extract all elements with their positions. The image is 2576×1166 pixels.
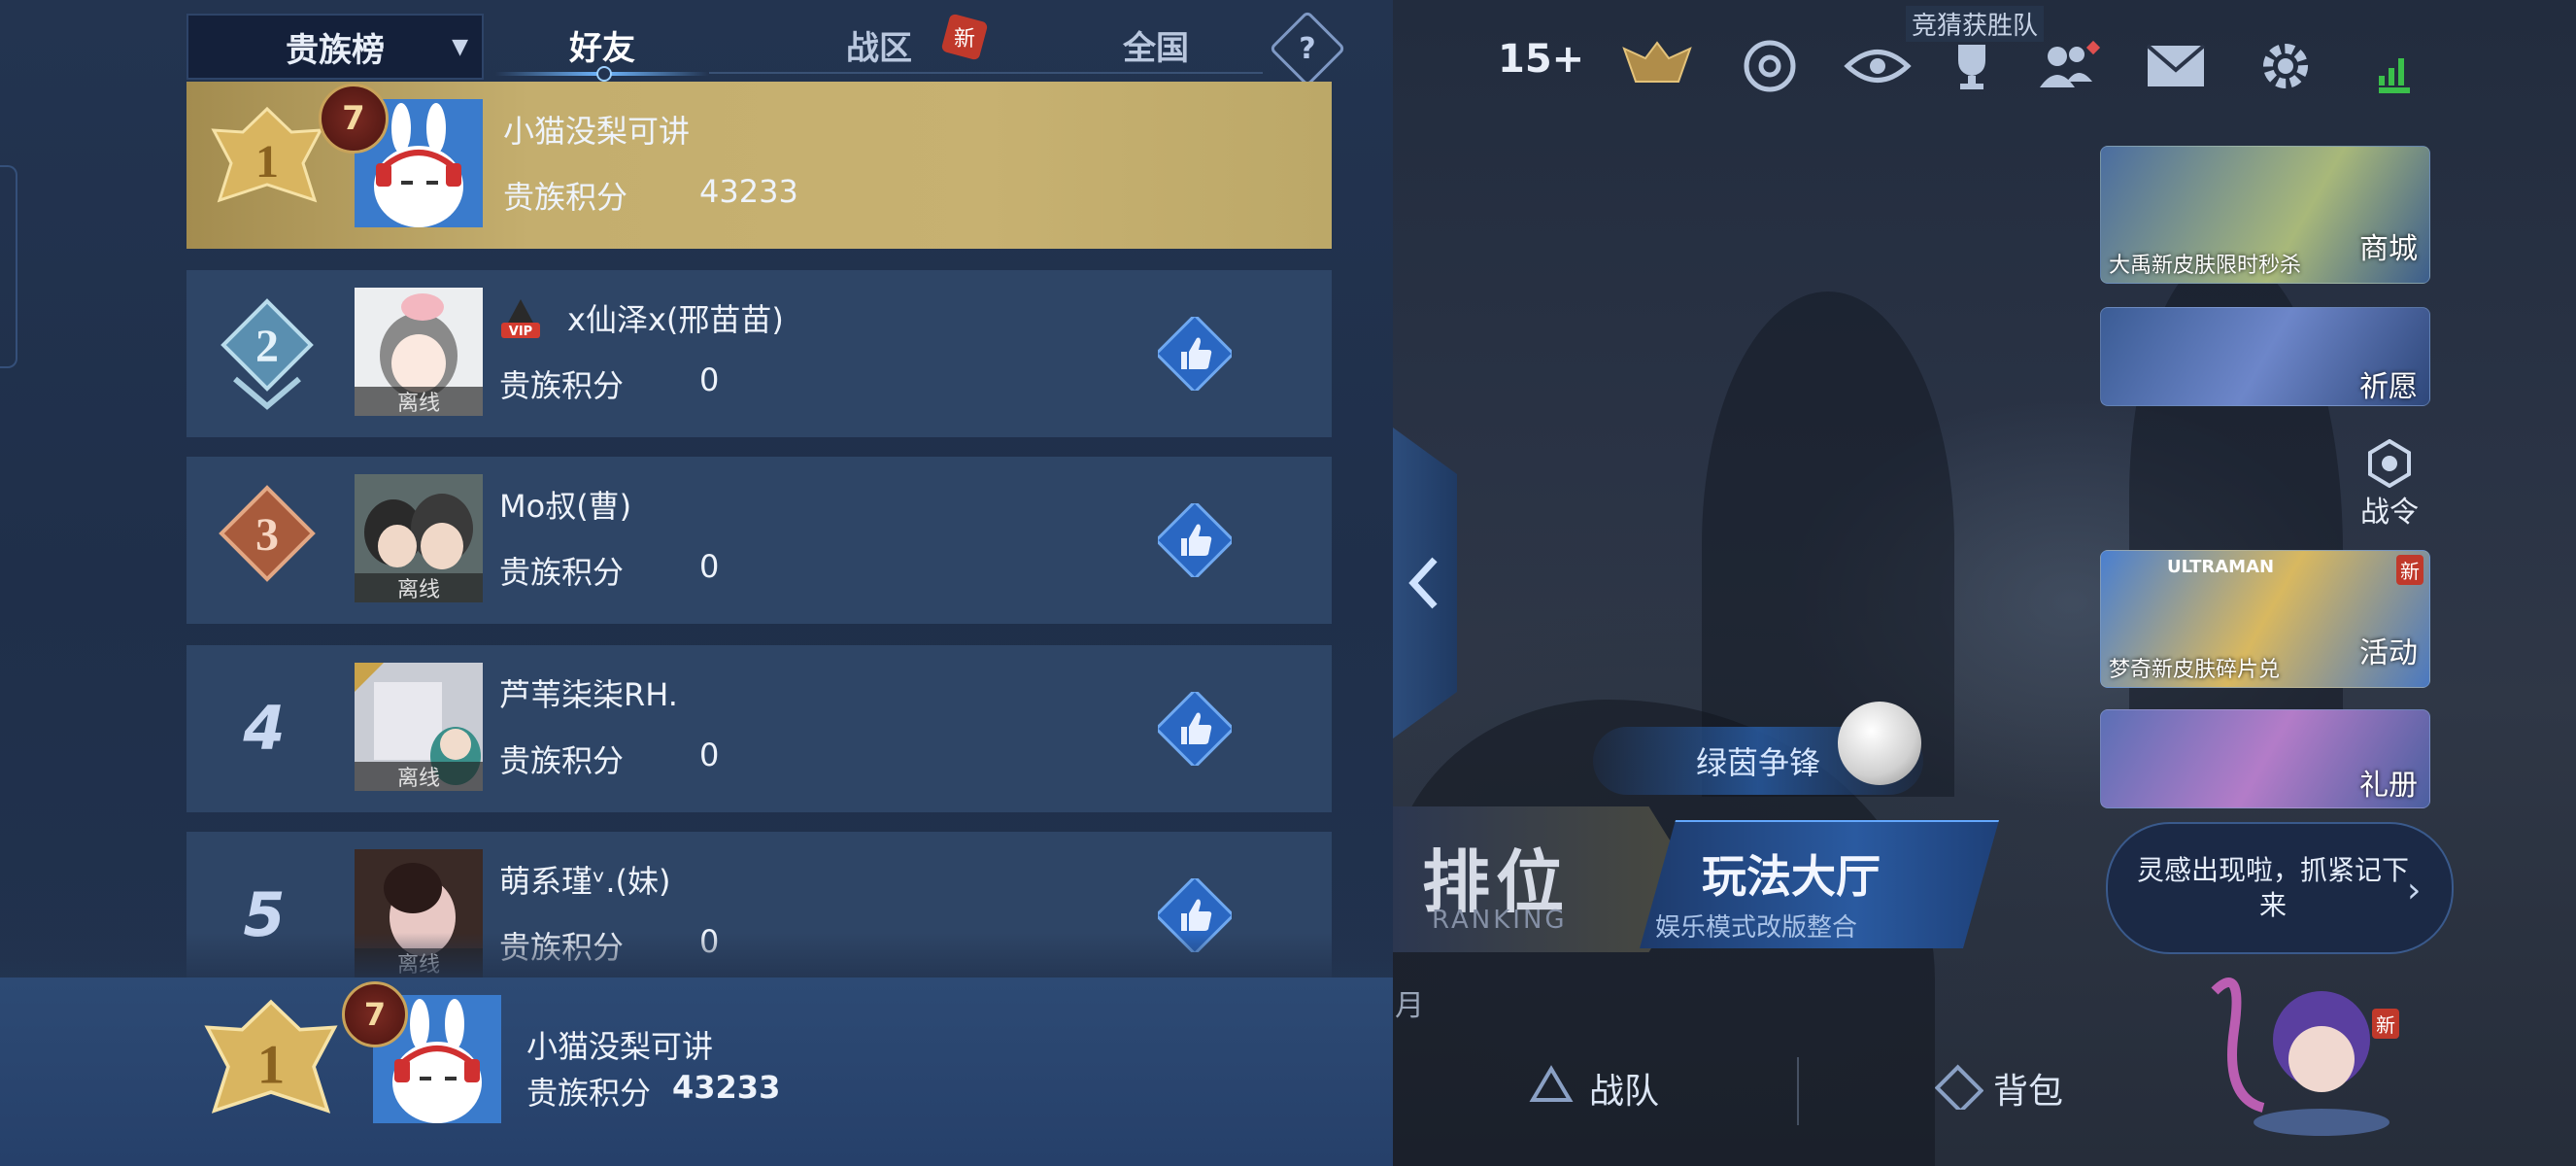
tab-national[interactable]: 全国 xyxy=(1088,14,1224,76)
thumbs-up-icon[interactable] xyxy=(1158,692,1232,766)
collapse-panel-button[interactable] xyxy=(1393,428,1457,738)
silver-medal-icon: 2 xyxy=(220,298,314,410)
avatar[interactable]: 离线 xyxy=(355,288,483,416)
game-hall-title: 玩法大厅 xyxy=(1702,850,1881,903)
score-label: 贵族积分 xyxy=(499,554,625,591)
settings-gear-icon[interactable] xyxy=(2255,37,2316,95)
tab-zone[interactable]: 战区 xyxy=(797,14,962,76)
chevron-left-icon xyxy=(1408,557,1438,609)
offline-tag: 离线 xyxy=(355,573,483,602)
event-card[interactable]: ULTRAMAN 新 活动 梦奇新皮肤碎片兑 xyxy=(2100,550,2430,688)
rank-number: 4 xyxy=(243,692,286,764)
shop-card[interactable]: 商城 大禹新皮肤限时秒杀 xyxy=(2100,146,2430,284)
signal-battery-icon xyxy=(2370,37,2419,95)
mascot-character[interactable]: 新 xyxy=(2186,952,2399,1147)
tab-national-label: 全国 xyxy=(1123,28,1189,68)
chevron-down-icon: ▼ xyxy=(452,35,468,59)
ultraman-brand: ULTRAMAN xyxy=(2167,557,2275,577)
svg-text:3: 3 xyxy=(255,509,279,561)
war-token-icon[interactable] xyxy=(2351,438,2428,492)
tab-friends[interactable]: 好友 xyxy=(495,14,709,82)
leaderboard-row[interactable]: 2 离线 VIP x仙泽x(邢苗苗) 贵族积分 0 xyxy=(186,270,1332,437)
wish-card[interactable]: 祈愿 xyxy=(2100,307,2430,406)
question-icon: ? xyxy=(1299,31,1316,66)
game-hall-subtitle: 娱乐模式改版整合 xyxy=(1655,913,1858,943)
username: Mo叔(曹) xyxy=(499,488,632,525)
thumbs-up-icon[interactable] xyxy=(1158,503,1232,577)
score-value: 43233 xyxy=(699,173,798,210)
event-new-badge: 新 xyxy=(2396,555,2423,585)
gift-book-label: 礼册 xyxy=(2359,769,2418,803)
my-score-value: 43233 xyxy=(672,1069,781,1106)
watch-eye-icon[interactable] xyxy=(1844,37,1912,95)
rank-crest-icon[interactable] xyxy=(1620,37,1694,95)
panel-edge-handle[interactable] xyxy=(0,165,17,368)
score-label: 贵族积分 xyxy=(503,179,628,216)
svg-text:1: 1 xyxy=(257,1034,286,1095)
tab-zone-label: 战区 xyxy=(846,28,912,68)
chevron-right-icon: › xyxy=(2407,871,2422,910)
svg-text:1: 1 xyxy=(255,136,279,188)
mail-icon[interactable] xyxy=(2145,37,2207,95)
score-label: 贵族积分 xyxy=(499,742,625,779)
tab-active-dot xyxy=(596,66,612,82)
username: 芦苇柒柒RH. xyxy=(499,676,678,713)
ranking-subtitle: RANKING xyxy=(1432,906,1568,935)
avatar[interactable]: 离线 xyxy=(355,663,483,791)
trophy-icon[interactable] xyxy=(1943,37,2001,95)
leaderboard-panel: 贵族榜 ▼ 好友 战区 新 全国 ? 1 7 小猫没梨可讲 贵族积分 43233… xyxy=(0,0,1393,1166)
offline-tag: 离线 xyxy=(355,762,483,791)
username: 小猫没梨可讲 xyxy=(503,113,691,150)
my-username: 小猫没梨可讲 xyxy=(526,1028,714,1065)
zone-new-badge-text: 新 xyxy=(953,26,976,51)
soccer-ball-icon xyxy=(1838,702,1921,785)
war-token-label[interactable]: 战令 xyxy=(2351,488,2428,531)
my-score-label: 贵族积分 xyxy=(526,1075,652,1112)
username: x仙泽x(邢苗苗) xyxy=(567,301,784,338)
gold-medal-icon: 1 xyxy=(204,999,338,1114)
gift-book-card[interactable]: 礼册 xyxy=(2100,709,2430,808)
my-rank-bar: 1 7 小猫没梨可讲 贵族积分 43233 xyxy=(0,977,1393,1166)
target-icon[interactable] xyxy=(1741,37,1799,95)
rank-type-value: 贵族榜 xyxy=(286,30,385,70)
score-value: 0 xyxy=(699,548,720,585)
vip-icon: VIP xyxy=(499,295,542,342)
score-value: 0 xyxy=(699,361,720,398)
shop-promo-text: 大禹新皮肤限时秒杀 xyxy=(2109,254,2302,278)
noble-level-badge: 7 xyxy=(319,84,389,154)
username: 萌系瑾ᵛ.(妹) xyxy=(499,863,671,900)
my-noble-level-badge: 7 xyxy=(342,981,408,1047)
leaderboard-row[interactable]: 3 离线 Mo叔(曹) 贵族积分 0 xyxy=(186,457,1332,624)
svg-text:2: 2 xyxy=(255,321,279,372)
svg-text:VIP: VIP xyxy=(509,325,532,339)
shop-label: 商城 xyxy=(2359,232,2418,266)
offline-tag: 离线 xyxy=(355,387,483,416)
mascot-new-badge: 新 xyxy=(2372,1009,2399,1039)
tab-friends-label: 好友 xyxy=(569,28,635,68)
bag-icon xyxy=(1934,1061,1984,1115)
leaderboard-row[interactable]: 4 离线 芦苇柒柒RH. 贵族积分 0 xyxy=(186,645,1332,812)
help-button[interactable]: ? xyxy=(1269,10,1346,87)
leaderboard-row[interactable]: 1 7 小猫没梨可讲 贵族积分 43233 xyxy=(186,82,1332,249)
nav-team-button[interactable]: 战队 xyxy=(1589,1063,1659,1114)
nav-bag-button[interactable]: 背包 xyxy=(1993,1063,2063,1114)
event-promo-text: 梦奇新皮肤碎片兑 xyxy=(2109,658,2281,682)
friend-count-label[interactable]: 15+ xyxy=(1498,37,1584,82)
wish-label: 祈愿 xyxy=(2359,370,2418,404)
rank-type-select[interactable]: 贵族榜 ▼ xyxy=(186,14,484,80)
score-label: 贵族积分 xyxy=(499,367,625,404)
event-label: 活动 xyxy=(2359,636,2418,670)
gold-medal-icon: 1 xyxy=(211,106,323,203)
score-value: 0 xyxy=(699,737,720,773)
inspiration-text: 灵感出现啦，抓紧记下来 xyxy=(2137,854,2410,921)
bronze-medal-icon: 3 xyxy=(219,485,316,582)
nav-separator xyxy=(1797,1057,1799,1125)
thumbs-up-icon[interactable] xyxy=(1158,317,1232,391)
cut-off-label: 月 xyxy=(1395,989,1424,1023)
list-fade xyxy=(0,933,1393,981)
avatar[interactable]: 离线 xyxy=(355,474,483,602)
friends-icon[interactable] xyxy=(2034,37,2102,95)
team-icon xyxy=(1527,1061,1576,1114)
